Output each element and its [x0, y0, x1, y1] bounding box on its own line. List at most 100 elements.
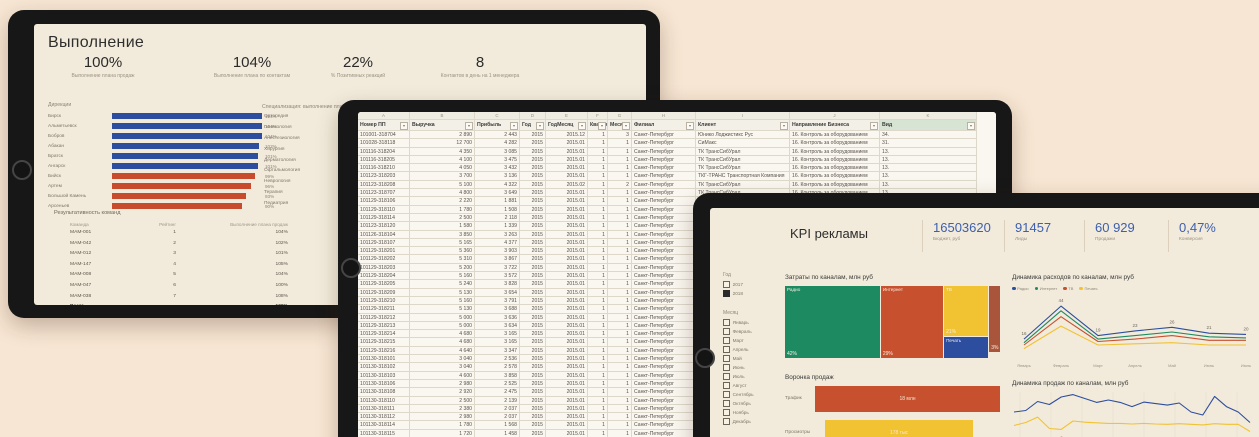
- treemap-slice[interactable]: ТВ21%: [944, 286, 988, 336]
- cell: 101129-318107: [358, 239, 410, 247]
- cell: Санкт-Петербург: [632, 314, 696, 322]
- month-checkbox-row[interactable]: Январь: [723, 318, 754, 327]
- kpi-value: 8: [405, 54, 555, 71]
- home-button[interactable]: [12, 160, 32, 180]
- month-checkbox-row[interactable]: Декабрь: [723, 417, 754, 426]
- cell: 4 680: [410, 338, 475, 346]
- directions-bar-chart[interactable]: Бирск104%Альметьевск104%Бобров104%Абакан…: [48, 111, 298, 211]
- cell: 2015: [520, 214, 546, 222]
- month-checkbox-row[interactable]: Октябрь: [723, 399, 754, 408]
- kpi-value: 0,47%: [1179, 220, 1216, 235]
- filter-dropdown-icon[interactable]: ▾: [510, 122, 518, 130]
- year-checkbox-row[interactable]: 2018: [723, 289, 743, 298]
- checkbox-label: Февраль: [733, 329, 752, 334]
- cell: 1: [588, 214, 608, 222]
- checkbox[interactable]: [723, 337, 730, 344]
- funnel-bar[interactable]: 18 млн: [815, 386, 1000, 412]
- month-checkbox-row[interactable]: Март: [723, 336, 754, 345]
- treemap-slice[interactable]: Радио42%: [785, 286, 880, 358]
- cell: 1: [588, 355, 608, 363]
- cell: 3 828: [475, 280, 520, 288]
- month-checkbox-row[interactable]: Июль: [723, 372, 754, 381]
- checkbox[interactable]: [723, 373, 730, 380]
- costs-line-chart[interactable]: 16441923262120ЯнварьФевральМартАпрельМай…: [1010, 294, 1259, 377]
- kpi-card: 16503620Бюджет, руб: [922, 220, 991, 252]
- home-button[interactable]: [695, 348, 715, 368]
- year-checkbox-row[interactable]: 2017: [723, 280, 743, 289]
- svg-text:44: 44: [1058, 298, 1064, 303]
- checkbox[interactable]: [723, 319, 730, 326]
- cell: 2015.01: [546, 289, 588, 297]
- filter-dropdown-icon[interactable]: ▾: [686, 122, 694, 130]
- filter-dropdown-icon[interactable]: ▾: [780, 122, 788, 130]
- checkbox[interactable]: [723, 346, 730, 353]
- month-checkbox-row[interactable]: Ноябрь: [723, 408, 754, 417]
- checkbox[interactable]: [723, 391, 730, 398]
- month-checkbox-row[interactable]: Май: [723, 354, 754, 363]
- filter-dropdown-icon[interactable]: ▾: [465, 122, 473, 130]
- month-checkbox-row[interactable]: Апрель: [723, 345, 754, 354]
- filter-dropdown-icon[interactable]: ▾: [536, 122, 544, 130]
- cell: 2015.01: [546, 264, 588, 272]
- kpi-card: 0,47%Конверсия: [1168, 220, 1216, 252]
- checkbox[interactable]: [723, 328, 730, 335]
- svg-text:Май: Май: [1168, 363, 1176, 368]
- cell: 2015: [520, 314, 546, 322]
- cell: 1: [588, 430, 608, 437]
- checkbox[interactable]: [723, 409, 730, 416]
- cell: Санкт-Петербург: [632, 380, 696, 388]
- filter-dropdown-icon[interactable]: ▾: [967, 122, 975, 130]
- cell: 1: [588, 231, 608, 239]
- month-checkbox-row[interactable]: Август: [723, 381, 754, 390]
- cell: 2015: [520, 289, 546, 297]
- cell: 4 322: [475, 181, 520, 189]
- cell: 1: [608, 405, 632, 413]
- checkbox[interactable]: [723, 418, 730, 425]
- checkbox[interactable]: [723, 281, 730, 288]
- cell: 2 920: [410, 388, 475, 396]
- treemap-slice[interactable]: Печать: [944, 337, 988, 358]
- cell: 1: [608, 197, 632, 205]
- filter-dropdown-icon[interactable]: ▾: [578, 122, 586, 130]
- checkbox[interactable]: [723, 290, 730, 297]
- checkbox[interactable]: [723, 382, 730, 389]
- cell: ТКГ-ТРАНС Транспортная Компания: [696, 172, 790, 180]
- checkbox[interactable]: [723, 400, 730, 407]
- table-row: 101116-3182104 0503 43220152015.0111Санк…: [358, 164, 996, 172]
- cell: 1: [608, 247, 632, 255]
- filter-dropdown-icon[interactable]: ▾: [400, 122, 408, 130]
- filter-dropdown-icon[interactable]: ▾: [598, 122, 606, 130]
- funnel-bar[interactable]: 178 тыс: [825, 420, 973, 437]
- filter-dropdown-icon[interactable]: ▾: [870, 122, 878, 130]
- cell: 1: [588, 338, 608, 346]
- filter-dropdown-icon[interactable]: ▾: [622, 122, 630, 130]
- costs-treemap[interactable]: Радио42%Интернет29%ТВ21%Печать3%: [785, 286, 1000, 358]
- home-button[interactable]: [341, 258, 361, 278]
- bar: [112, 173, 255, 179]
- checkbox[interactable]: [723, 355, 730, 362]
- list-item: Дерматология: [264, 158, 300, 169]
- sales-chart-title: Динамика продаж по каналам, млн руб: [1012, 380, 1128, 387]
- cell: Санкт-Петербург: [632, 305, 696, 313]
- cell: 2015: [520, 363, 546, 371]
- cell: 2015: [520, 280, 546, 288]
- sales-line-chart[interactable]: [1010, 390, 1259, 437]
- costs-chart-title: Динамика расходов по каналам, млн руб: [1012, 274, 1134, 281]
- checkbox[interactable]: [723, 364, 730, 371]
- cell: 1: [588, 405, 608, 413]
- cell: 1: [588, 363, 608, 371]
- cell: 2015: [520, 247, 546, 255]
- cell: Санкт-Петербург: [632, 363, 696, 371]
- treemap-slice[interactable]: 3%: [989, 286, 1000, 352]
- team-name: МАМ-012: [70, 251, 128, 262]
- treemap-slice[interactable]: Интернет29%: [881, 286, 943, 358]
- month-checkbox-row[interactable]: Июнь: [723, 363, 754, 372]
- cell: 101116-318204: [358, 148, 410, 156]
- month-checkbox-row[interactable]: Сентябрь: [723, 390, 754, 399]
- tablet-right: KPI рекламы 16503620Бюджет, руб91457Лиды…: [693, 193, 1259, 437]
- kpi-value: 91457: [1015, 220, 1051, 235]
- page-title: KPI рекламы: [790, 226, 868, 241]
- sales-funnel[interactable]: Трафик18 млнПросмотры178 тыс: [785, 384, 1000, 437]
- month-checkbox-row[interactable]: Февраль: [723, 327, 754, 336]
- cell: 3 165: [475, 330, 520, 338]
